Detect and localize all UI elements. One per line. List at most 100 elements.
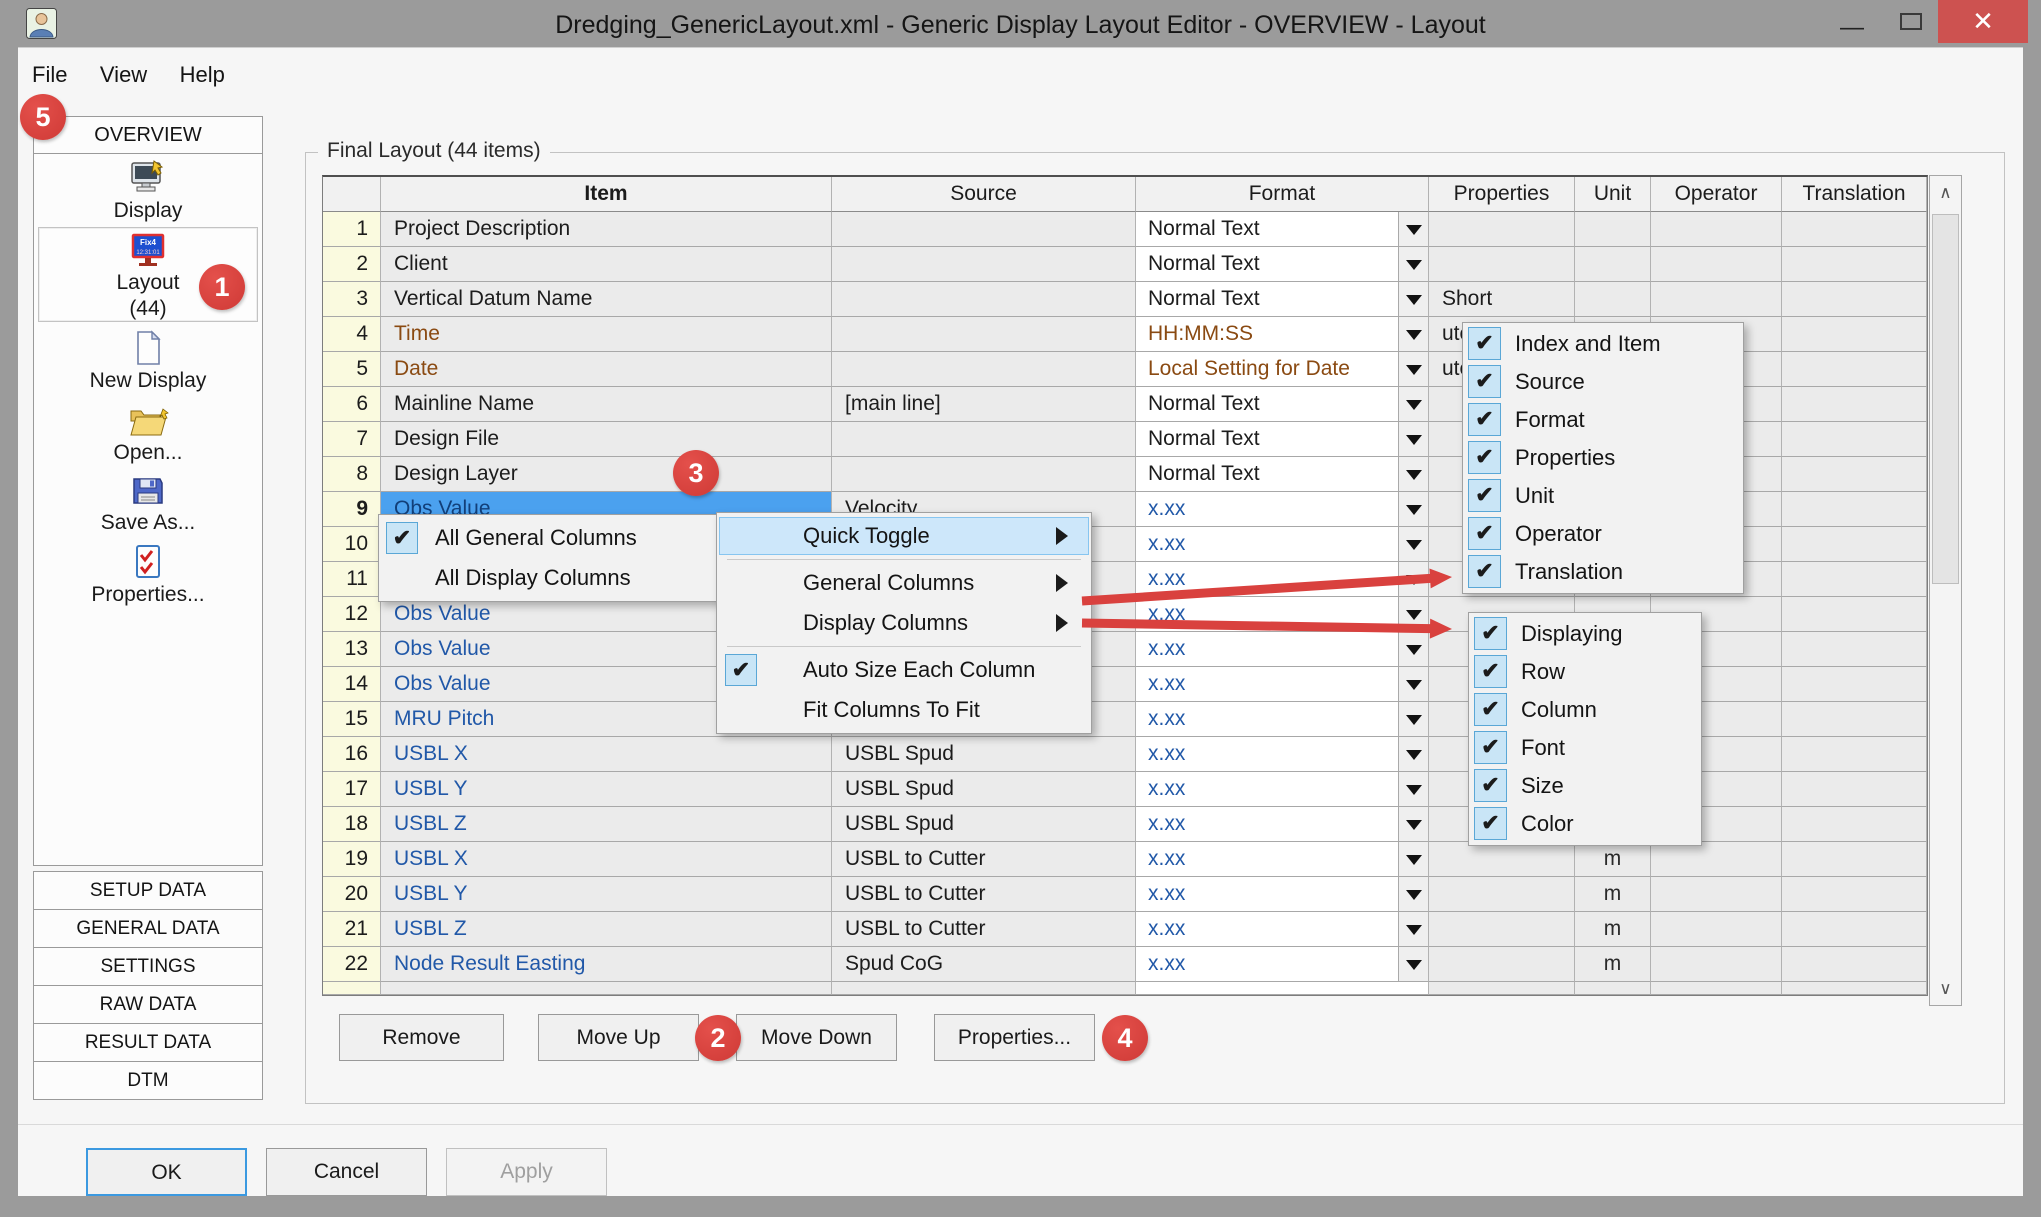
source-cell[interactable] xyxy=(832,282,1136,317)
column-header-item[interactable]: Item xyxy=(381,177,832,212)
source-cell[interactable] xyxy=(832,422,1136,457)
column-header-unit[interactable]: Unit xyxy=(1575,177,1651,212)
toggle-row[interactable]: ✔Row xyxy=(1469,653,1701,691)
table-row[interactable]: 1Project DescriptionNormal Text xyxy=(323,212,1927,247)
sidebar-button-raw-data[interactable]: RAW DATA xyxy=(33,985,263,1024)
toggle-translation[interactable]: ✔Translation xyxy=(1463,553,1743,591)
toggle-source[interactable]: ✔Source xyxy=(1463,363,1743,401)
format-cell[interactable]: x.xx xyxy=(1136,947,1429,982)
item-cell[interactable]: Design Layer xyxy=(381,457,832,492)
properties-cell[interactable] xyxy=(1429,947,1575,982)
format-dropdown-button[interactable] xyxy=(1398,842,1428,876)
toggle-column[interactable]: ✔Column xyxy=(1469,691,1701,729)
properties-cell[interactable]: Short xyxy=(1429,282,1575,317)
sidebar-item-save-as[interactable]: Save As... xyxy=(36,473,260,535)
item-cell[interactable]: Date xyxy=(381,352,832,387)
close-button[interactable]: ✕ xyxy=(1938,0,2028,43)
translation-cell[interactable] xyxy=(1782,632,1927,667)
translation-cell[interactable] xyxy=(1782,772,1927,807)
source-cell[interactable]: [main line] xyxy=(832,387,1136,422)
column-header-index[interactable] xyxy=(323,177,381,212)
item-cell[interactable] xyxy=(381,982,832,995)
format-cell[interactable]: x.xx xyxy=(1136,807,1429,842)
translation-cell[interactable] xyxy=(1782,387,1927,422)
menu-item-display-columns[interactable]: Display Columns xyxy=(717,603,1091,643)
table-row[interactable]: 21USBL ZUSBL to Cutterx.xxm xyxy=(323,912,1927,947)
toggle-properties[interactable]: ✔Properties xyxy=(1463,439,1743,477)
checked-checkbox[interactable]: ✔ xyxy=(1468,327,1501,360)
checked-checkbox[interactable]: ✔ xyxy=(386,522,418,554)
translation-cell[interactable] xyxy=(1782,702,1927,737)
menu-item-fit-columns-to-fit[interactable]: Fit Columns To Fit xyxy=(717,690,1091,730)
format-cell[interactable]: x.xx xyxy=(1136,492,1429,527)
translation-cell[interactable] xyxy=(1782,947,1927,982)
move-up-button[interactable]: Move Up xyxy=(538,1014,699,1061)
format-cell[interactable]: x.xx xyxy=(1136,702,1429,737)
item-cell[interactable]: Design File xyxy=(381,422,832,457)
translation-cell[interactable] xyxy=(1782,667,1927,702)
sidebar-button-setup-data[interactable]: SETUP DATA xyxy=(33,871,263,910)
format-dropdown-button[interactable] xyxy=(1398,912,1428,946)
menu-item-general-columns[interactable]: General Columns xyxy=(717,563,1091,603)
format-dropdown-button[interactable] xyxy=(1398,737,1428,771)
format-dropdown-button[interactable] xyxy=(1398,877,1428,911)
unit-cell[interactable]: m xyxy=(1575,877,1651,912)
table-row[interactable]: 20USBL YUSBL to Cutterx.xxm xyxy=(323,877,1927,912)
properties-cell[interactable] xyxy=(1429,842,1575,877)
menu-help[interactable]: Help xyxy=(166,52,239,98)
menu-item-auto-size-each-column[interactable]: ✔Auto Size Each Column xyxy=(717,650,1091,690)
format-cell[interactable] xyxy=(1136,982,1429,995)
format-cell[interactable]: Local Setting for Date xyxy=(1136,352,1429,387)
item-cell[interactable]: Mainline Name xyxy=(381,387,832,422)
translation-cell[interactable] xyxy=(1782,597,1927,632)
source-cell[interactable] xyxy=(832,457,1136,492)
format-dropdown-button[interactable] xyxy=(1398,352,1428,386)
unit-cell[interactable] xyxy=(1575,212,1651,247)
format-cell[interactable]: x.xx xyxy=(1136,772,1429,807)
scroll-up-icon[interactable]: ∧ xyxy=(1930,176,1961,209)
format-dropdown-button[interactable] xyxy=(1398,492,1428,526)
unit-cell[interactable]: m xyxy=(1575,912,1651,947)
translation-cell[interactable] xyxy=(1782,282,1927,317)
format-cell[interactable]: x.xx xyxy=(1136,912,1429,947)
menu-item-all-general-columns[interactable]: ✔All General Columns xyxy=(379,518,721,558)
format-cell[interactable]: x.xx xyxy=(1136,877,1429,912)
translation-cell[interactable] xyxy=(1782,562,1927,597)
column-header-format[interactable]: Format xyxy=(1136,177,1429,212)
source-cell[interactable] xyxy=(832,317,1136,352)
format-cell[interactable]: x.xx xyxy=(1136,597,1429,632)
checked-checkbox[interactable]: ✔ xyxy=(1468,441,1501,474)
source-cell[interactable]: USBL Spud xyxy=(832,807,1136,842)
toggle-font[interactable]: ✔Font xyxy=(1469,729,1701,767)
unit-cell[interactable] xyxy=(1575,982,1651,995)
checked-checkbox[interactable]: ✔ xyxy=(1474,655,1507,688)
properties-cell[interactable] xyxy=(1429,877,1575,912)
minimize-button[interactable]: — xyxy=(1822,0,1882,43)
format-dropdown-button[interactable] xyxy=(1398,807,1428,841)
operator-cell[interactable] xyxy=(1651,912,1782,947)
properties-cell[interactable] xyxy=(1429,247,1575,282)
format-dropdown-button[interactable] xyxy=(1398,422,1428,456)
column-header-properties[interactable]: Properties xyxy=(1429,177,1575,212)
item-cell[interactable]: Node Result Easting xyxy=(381,947,832,982)
translation-cell[interactable] xyxy=(1782,912,1927,947)
unit-cell[interactable] xyxy=(1575,247,1651,282)
checked-checkbox[interactable]: ✔ xyxy=(1474,731,1507,764)
format-cell[interactable]: Normal Text xyxy=(1136,212,1429,247)
operator-cell[interactable] xyxy=(1651,842,1782,877)
remove-button[interactable]: Remove xyxy=(339,1014,504,1061)
scroll-down-icon[interactable]: ∨ xyxy=(1930,972,1961,1005)
operator-cell[interactable] xyxy=(1651,212,1782,247)
table-row[interactable]: 19USBL XUSBL to Cutterx.xxm xyxy=(323,842,1927,877)
format-cell[interactable]: Normal Text xyxy=(1136,282,1429,317)
item-cell[interactable]: Project Description xyxy=(381,212,832,247)
format-dropdown-button[interactable] xyxy=(1398,457,1428,491)
sidebar-button-general-data[interactable]: GENERAL DATA xyxy=(33,909,263,948)
table-row[interactable] xyxy=(323,982,1927,995)
translation-cell[interactable] xyxy=(1782,842,1927,877)
translation-cell[interactable] xyxy=(1782,877,1927,912)
format-dropdown-button[interactable] xyxy=(1398,282,1428,316)
item-cell[interactable]: Time xyxy=(381,317,832,352)
item-cell[interactable]: Vertical Datum Name xyxy=(381,282,832,317)
checked-checkbox[interactable]: ✔ xyxy=(1468,479,1501,512)
